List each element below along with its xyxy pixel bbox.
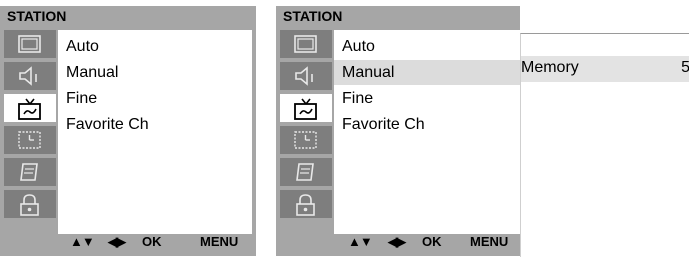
sound-menu-tab[interactable] xyxy=(4,62,56,90)
ok-hint: OK xyxy=(142,234,162,249)
menu-hint: MENU xyxy=(470,234,509,249)
menu-hint: MENU xyxy=(200,234,239,249)
button-guide-bar: ▲▼ ◀▶ OK MENU xyxy=(58,228,256,254)
menu-panel-left: STATION Auto Manual Fine Favorite Ch ▲▼ … xyxy=(0,6,256,256)
time-menu-tab[interactable] xyxy=(280,126,332,154)
menu-item-fine[interactable]: Fine xyxy=(58,86,252,111)
lock-icon xyxy=(20,194,39,216)
leftright-arrows-hint: ◀▶ xyxy=(108,234,126,249)
button-guide-bar: ▲▼ ◀▶ OK MENU xyxy=(334,228,520,254)
menu-item-fine[interactable]: Fine xyxy=(334,86,520,111)
picture-icon xyxy=(294,35,317,53)
ok-hint: OK xyxy=(422,234,442,249)
station-menu-tab[interactable] xyxy=(280,94,332,122)
picture-icon xyxy=(18,35,41,53)
menu-item-favorite-ch[interactable]: Favorite Ch xyxy=(334,112,520,137)
station-menu-list: Auto Manual Fine Favorite Ch xyxy=(334,30,520,234)
menu-item-favorite-ch[interactable]: Favorite Ch xyxy=(58,112,252,137)
picture-menu-tab[interactable] xyxy=(280,30,332,58)
time-icon xyxy=(18,131,41,149)
panel-title: STATION xyxy=(7,8,67,24)
menu-item-manual-selected[interactable]: Manual xyxy=(334,60,520,85)
sound-icon xyxy=(295,66,313,86)
special-icon xyxy=(296,163,314,181)
updown-arrows-hint: ▲▼ xyxy=(70,234,95,249)
sound-menu-tab[interactable] xyxy=(280,62,332,90)
menu-item-auto[interactable]: Auto xyxy=(58,34,252,59)
panel-title: STATION xyxy=(283,8,343,24)
time-icon xyxy=(294,131,317,149)
station-tv-icon xyxy=(294,98,317,120)
leftright-arrows-hint: ◀▶ xyxy=(388,234,406,249)
lock-menu-tab[interactable] xyxy=(280,190,332,218)
station-tv-icon xyxy=(18,98,41,120)
special-menu-tab[interactable] xyxy=(280,158,332,186)
station-menu-list: Auto Manual Fine Favorite Ch xyxy=(58,30,252,234)
picture-menu-tab[interactable] xyxy=(4,30,56,58)
memory-label: Memory xyxy=(521,59,579,76)
menu-item-auto[interactable]: Auto xyxy=(334,34,520,59)
menu-item-manual[interactable]: Manual xyxy=(58,60,252,85)
memory-row[interactable]: Memory 5 xyxy=(521,56,689,82)
lock-icon xyxy=(296,194,315,216)
station-menu-tab[interactable] xyxy=(4,94,56,122)
lock-menu-tab[interactable] xyxy=(4,190,56,218)
time-menu-tab[interactable] xyxy=(4,126,56,154)
special-menu-tab[interactable] xyxy=(4,158,56,186)
manual-submenu: Memory 5 xyxy=(520,33,689,257)
special-icon xyxy=(20,163,38,181)
menu-panel-right: STATION Auto Manual Fine Favorite Ch ▲▼ … xyxy=(276,6,520,256)
memory-value: 5 xyxy=(681,59,689,76)
updown-arrows-hint: ▲▼ xyxy=(348,234,373,249)
sound-icon xyxy=(19,66,37,86)
